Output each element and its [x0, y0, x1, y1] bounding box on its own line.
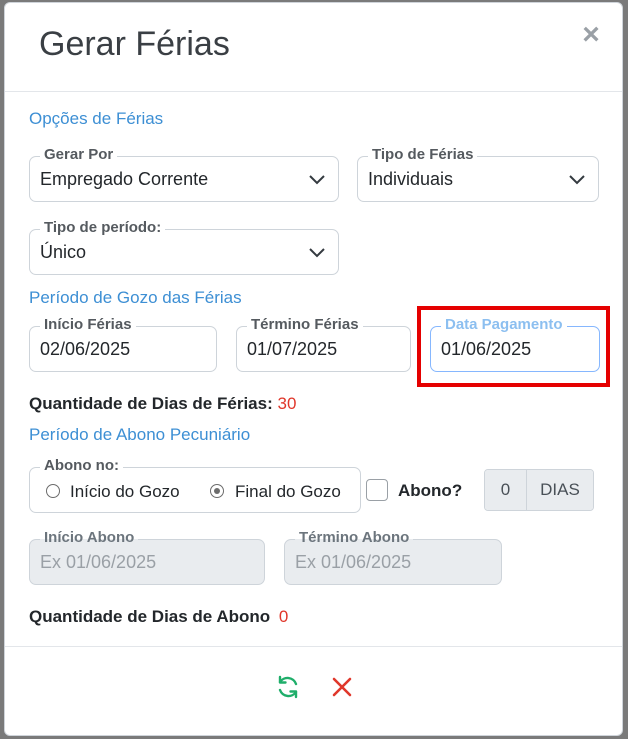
tipo-ferias-select[interactable]: Tipo de Férias Individuais	[357, 146, 599, 202]
footer-divider	[5, 646, 622, 647]
abono-dias-addon: DIAS	[527, 470, 593, 510]
section-title-gozo: Período de Gozo das Férias	[29, 288, 242, 307]
abono-dias-input[interactable]: 0	[485, 470, 527, 510]
quantidade-dias-ferias-value: 30	[277, 394, 297, 413]
inicio-abono-field: Início Abono Ex 01/06/2025	[29, 529, 265, 585]
abono-no-label: Abono no:	[40, 457, 123, 475]
quantidade-dias-ferias-label: Quantidade de Dias de Férias:	[29, 394, 273, 413]
header-divider	[5, 91, 622, 92]
highlight-box	[417, 306, 610, 387]
section-title-opcoes: Opções de Férias	[29, 109, 164, 128]
quantidade-dias-ferias: Quantidade de Dias de Férias: 30	[29, 394, 296, 414]
abono-checkbox[interactable]	[366, 479, 388, 501]
termino-ferias-field[interactable]: Término Férias 01/07/2025	[236, 316, 411, 372]
tipo-periodo-label: Tipo de período:	[40, 219, 166, 237]
termino-abono-label: Término Abono	[295, 529, 414, 547]
quantidade-dias-abono-label: Quantidade de Dias de Abono	[29, 607, 271, 626]
inicio-ferias-field[interactable]: Início Férias 02/06/2025	[29, 316, 217, 372]
radio-inicio-gozo-label: Início do Gozo	[70, 482, 180, 501]
abono-dias-group: 0 DIAS	[484, 469, 594, 511]
quantidade-dias-abono: Quantidade de Dias de Abono 0	[29, 607, 288, 627]
chevron-down-icon	[569, 175, 585, 185]
tipo-periodo-select[interactable]: Tipo de período: Único	[29, 219, 339, 275]
close-icon[interactable]	[329, 674, 355, 700]
abono-no-group: Abono no: Início do Gozo Final do Gozo	[29, 457, 361, 513]
gerar-por-label: Gerar Por	[40, 146, 118, 164]
section-title-abono: Período de Abono Pecuniário	[29, 425, 251, 444]
refresh-icon[interactable]	[275, 674, 301, 700]
inicio-ferias-value: 02/06/2025	[40, 339, 131, 359]
termino-ferias-label: Término Férias	[247, 316, 363, 334]
radio-inicio-gozo[interactable]	[46, 484, 60, 498]
radio-final-gozo-label: Final do Gozo	[235, 482, 341, 501]
abono-checkbox-label: Abono?	[398, 481, 463, 500]
chevron-down-icon	[309, 175, 325, 185]
chevron-down-icon	[309, 248, 325, 258]
inicio-abono-label: Início Abono	[40, 529, 139, 547]
termino-abono-field: Término Abono Ex 01/06/2025	[284, 529, 502, 585]
tipo-ferias-label: Tipo de Férias	[368, 146, 478, 164]
gerar-por-value: Empregado Corrente	[40, 169, 209, 189]
tipo-ferias-value: Individuais	[368, 169, 454, 189]
termino-abono-placeholder: Ex 01/06/2025	[295, 552, 412, 572]
gerar-por-select[interactable]: Gerar Por Empregado Corrente	[29, 146, 339, 202]
radio-final-gozo[interactable]	[210, 484, 224, 498]
tipo-periodo-value: Único	[40, 242, 87, 262]
close-icon[interactable]: ×	[579, 20, 603, 50]
inicio-abono-placeholder: Ex 01/06/2025	[40, 552, 157, 572]
termino-ferias-value: 01/07/2025	[247, 339, 338, 359]
inicio-ferias-label: Início Férias	[40, 316, 136, 334]
dialog-title: Gerar Férias	[39, 25, 230, 63]
quantidade-dias-abono-value: 0	[278, 607, 289, 626]
